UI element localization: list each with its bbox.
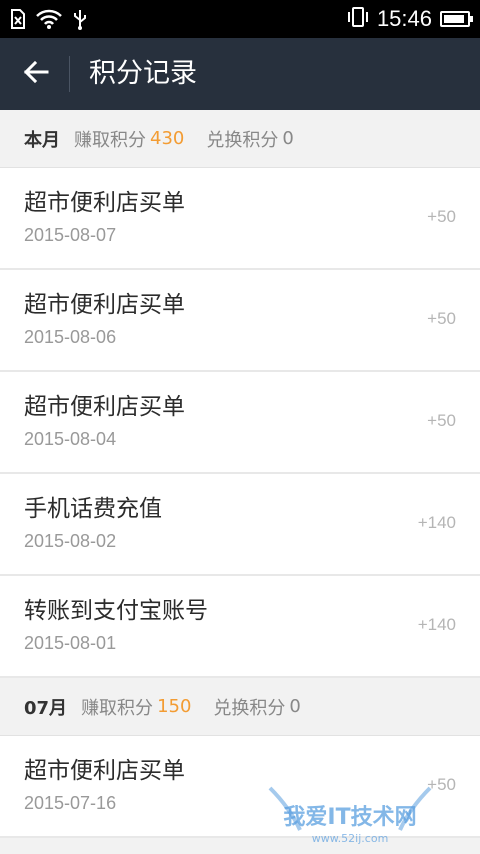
record-points: +50 xyxy=(427,411,456,430)
record-date: 2015-08-07 xyxy=(24,225,117,245)
record-date: 2015-08-04 xyxy=(24,429,117,449)
wifi-icon xyxy=(36,9,62,33)
status-time: 15:46 xyxy=(376,6,432,31)
record-date: 2015-08-01 xyxy=(24,633,117,653)
section-month: 07月 xyxy=(24,697,68,719)
sim-off-icon xyxy=(10,9,26,33)
watermark-text: 我爱IT技术网 xyxy=(283,805,416,830)
earn-value: 150 xyxy=(157,696,192,717)
record-row[interactable]: 转账到支付宝账号 2015-08-01 +140 xyxy=(0,576,480,678)
record-row[interactable]: 超市便利店买单 2015-08-07 +50 xyxy=(0,168,480,270)
redeem-value: 0 xyxy=(282,128,294,149)
record-date: 2015-08-06 xyxy=(24,327,117,347)
points-record-list: 本月 赚取积分 430 兑换积分 0 超市便利店买单 2015-08-07 +5… xyxy=(0,110,480,838)
earn-value: 430 xyxy=(150,128,185,149)
record-points: +140 xyxy=(417,513,456,532)
section-month: 本月 xyxy=(24,129,60,151)
record-points: +50 xyxy=(427,309,456,328)
record-row[interactable]: 超市便利店买单 2015-08-04 +50 xyxy=(0,372,480,474)
redeem-label: 兑换积分 xyxy=(206,129,279,151)
battery-icon xyxy=(440,11,473,27)
vibrate-icon xyxy=(347,6,369,32)
watermark: 我爱IT技术网 www.52ij.com xyxy=(250,768,450,848)
app-bar: 积分记录 xyxy=(0,38,480,110)
earn-label: 赚取积分 xyxy=(81,697,154,719)
record-name: 超市便利店买单 xyxy=(24,394,185,420)
record-date: 2015-08-02 xyxy=(24,531,117,551)
earn-label: 赚取积分 xyxy=(74,129,146,151)
app-bar-divider xyxy=(69,56,70,92)
record-points: +50 xyxy=(427,207,456,226)
record-row[interactable]: 超市便利店买单 2015-08-06 +50 xyxy=(0,270,480,372)
watermark-url: www.52ij.com xyxy=(312,832,389,845)
record-name: 转账到支付宝账号 xyxy=(24,598,208,624)
section-header: 本月 赚取积分 430 兑换积分 0 xyxy=(0,110,480,168)
redeem-value: 0 xyxy=(289,696,301,717)
back-arrow-icon xyxy=(23,60,49,88)
status-bar: 15:46 xyxy=(0,0,480,38)
record-row[interactable]: 手机话费充值 2015-08-02 +140 xyxy=(0,474,480,576)
record-name: 超市便利店买单 xyxy=(24,292,185,318)
record-name: 手机话费充值 xyxy=(24,496,162,522)
section-header: 07月 赚取积分 150 兑换积分 0 xyxy=(0,678,480,736)
battery-fill xyxy=(444,15,464,23)
back-button[interactable] xyxy=(12,50,60,98)
page-title: 积分记录 xyxy=(89,58,197,89)
record-date: 2015-07-16 xyxy=(24,793,117,813)
record-name: 超市便利店买单 xyxy=(24,758,185,784)
usb-icon xyxy=(72,8,88,34)
record-name: 超市便利店买单 xyxy=(24,190,185,216)
redeem-label: 兑换积分 xyxy=(213,697,286,719)
record-points: +140 xyxy=(417,615,456,634)
